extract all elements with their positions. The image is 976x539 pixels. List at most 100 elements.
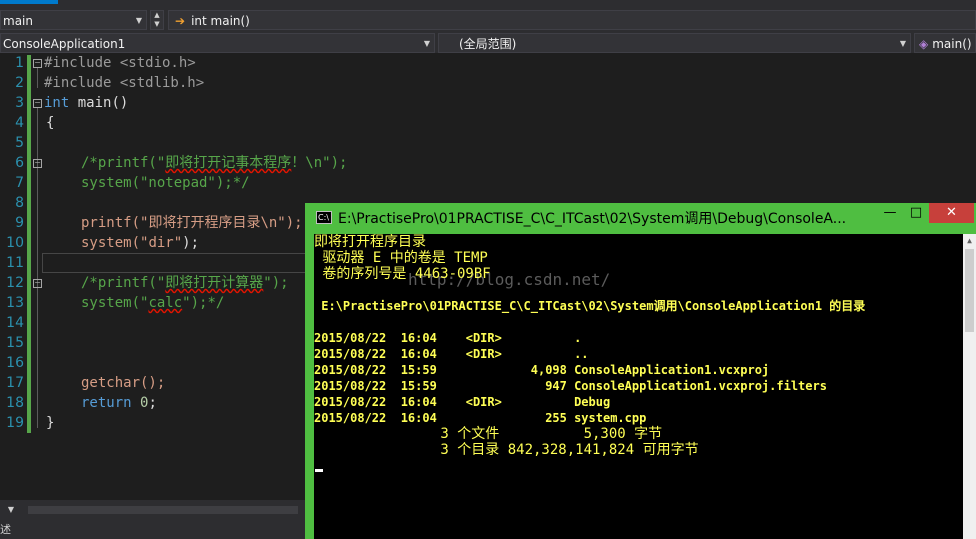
line-number: 14 xyxy=(6,315,24,331)
file-combo-value: main xyxy=(3,14,33,28)
dir-summary: 3 个目录 842,328,141,824 可用字节 xyxy=(314,442,699,458)
scope-combo[interactable]: (全局范围) ▼ xyxy=(438,33,911,53)
code-line[interactable]: { xyxy=(46,113,54,133)
scope-bar: ConsoleApplication1 ▼ (全局范围) ▼ ◈ main() xyxy=(0,33,976,53)
member-combo[interactable]: ◈ main() xyxy=(914,33,976,53)
code-line[interactable]: #include <stdlib.h> xyxy=(44,73,204,93)
project-combo-value: ConsoleApplication1 xyxy=(3,37,126,51)
minimize-button[interactable]: — xyxy=(877,203,903,223)
file-combo[interactable]: main ▼ xyxy=(0,10,147,30)
function-call: printf( xyxy=(81,215,141,231)
code-line[interactable]: /*printf("即将打开计算器"); xyxy=(81,273,289,293)
console-output[interactable]: http://blog.csdn.net/ 即将打开程序目录 驱动器 E 中的卷… xyxy=(314,234,976,539)
code-line[interactable]: system("calc");*/ xyxy=(81,293,224,313)
comment-squiggle: 即将打开计算器 xyxy=(165,275,264,291)
scroll-up-icon[interactable]: ▲ xyxy=(963,234,976,248)
arrow-right-icon: ➔ xyxy=(175,14,186,28)
line-number: 10 xyxy=(6,235,24,251)
scrollbar-track[interactable] xyxy=(28,506,298,514)
collapse-icon[interactable]: − xyxy=(33,279,42,288)
code-line[interactable]: getchar(); xyxy=(81,373,165,393)
collapse-icon[interactable]: − xyxy=(33,159,42,168)
statement-end: ; xyxy=(148,395,157,411)
code-line[interactable]: printf("即将打开程序目录\n"); xyxy=(81,213,303,233)
zoom-dropdown[interactable]: ▼ xyxy=(0,502,22,518)
close-button[interactable]: ✕ xyxy=(929,203,974,223)
console-line: 驱动器 E 中的卷是 TEMP xyxy=(314,250,488,266)
member-combo-value: main() xyxy=(932,37,972,51)
brace: { xyxy=(46,115,55,131)
line-number: 13 xyxy=(6,295,24,311)
line-number: 19 xyxy=(6,415,24,431)
command-prompt-icon: C:\ xyxy=(316,211,332,224)
console-scrollbar[interactable]: ▲ xyxy=(963,234,976,539)
code-line[interactable]: system("dir"); xyxy=(81,233,199,253)
comment-squiggle: 即将打开记事本程序 xyxy=(165,155,292,171)
line-number: 1 xyxy=(15,55,24,71)
code-line[interactable]: system("notepad");*/ xyxy=(81,173,250,193)
text-cursor xyxy=(315,469,323,472)
fold-guide xyxy=(37,68,38,88)
console-window[interactable]: C:\ E:\PractisePro\01PRACTISE_C\C_ITCast… xyxy=(305,203,976,539)
dir-entry: 2015/08/22 15:59 947 ConsoleApplication1… xyxy=(314,379,827,393)
line-number: 8 xyxy=(15,195,24,211)
line-number: 9 xyxy=(15,215,24,231)
preprocessor-directive: #include <stdio.h> xyxy=(44,55,196,71)
dir-entry: 2015/08/22 16:04 <DIR> .. xyxy=(314,347,589,361)
console-line: E:\PractisePro\01PRACTISE_C\C_ITCast\02\… xyxy=(314,299,866,313)
comment: "); xyxy=(263,275,289,291)
scope-combo-value: (全局范围) xyxy=(459,37,517,51)
dir-entry: 2015/08/22 16:04 <DIR> Debug xyxy=(314,395,611,409)
project-combo[interactable]: ConsoleApplication1 ▼ xyxy=(0,33,435,53)
change-indicator-bar xyxy=(27,55,31,433)
fold-guide xyxy=(37,108,38,428)
line-number: 17 xyxy=(6,375,24,391)
dir-entry: 2015/08/22 15:59 4,098 ConsoleApplicatio… xyxy=(314,363,770,377)
comment: ！\n"); xyxy=(291,155,348,171)
console-title: E:\PractisePro\01PRACTISE_C\C_ITCast\02\… xyxy=(338,211,847,227)
current-line-highlight xyxy=(42,253,308,273)
function-call: system( xyxy=(81,235,141,251)
comment: /*printf(" xyxy=(81,275,166,291)
dir-entry: 2015/08/22 16:04 255 system.cpp xyxy=(314,411,647,425)
active-tab-indicator[interactable] xyxy=(0,0,58,4)
chevron-down-icon: ▼ xyxy=(899,39,906,48)
maximize-button[interactable]: □ xyxy=(903,203,929,223)
navigation-bar: main ▼ ▲ ▼ ➔ int main() xyxy=(0,7,976,33)
chevron-down-icon: ▼ xyxy=(135,16,142,25)
scrollbar-thumb[interactable] xyxy=(965,249,974,332)
string-literal: "dir" xyxy=(140,235,183,251)
comment-squiggle: calc xyxy=(148,295,183,311)
function-combo[interactable]: ➔ int main() xyxy=(168,10,976,30)
line-number: 2 xyxy=(15,75,24,91)
function-combo-value: int main() xyxy=(191,14,250,28)
code-line[interactable]: } xyxy=(46,413,54,433)
function-call: getchar(); xyxy=(81,375,166,391)
string-literal: "即将打开程序目录\n"); xyxy=(140,215,303,231)
dir-summary: 3 个文件 5,300 字节 xyxy=(314,426,663,442)
collapse-icon[interactable]: − xyxy=(33,99,42,108)
code-line[interactable]: int main() xyxy=(44,93,128,113)
console-line: 即将打开程序目录 xyxy=(314,234,426,250)
code-line[interactable]: #include <stdio.h> xyxy=(44,53,196,73)
collapse-icon[interactable]: − xyxy=(33,59,42,68)
spin-buttons[interactable]: ▲ ▼ xyxy=(150,10,164,30)
code-line[interactable]: /*printf("即将打开记事本程序！\n"); xyxy=(81,153,347,173)
line-number: 4 xyxy=(15,115,24,131)
code-line[interactable]: return 0; xyxy=(81,393,157,413)
keyword: return xyxy=(81,395,132,411)
dir-entry: 2015/08/22 16:04 <DIR> . xyxy=(314,331,582,345)
comment: system(" xyxy=(81,295,149,311)
line-number: 15 xyxy=(6,335,24,351)
line-number: 12 xyxy=(6,275,24,291)
horizontal-scrollbar[interactable]: ▼ xyxy=(0,500,306,520)
function-signature: main() xyxy=(69,95,129,111)
comment: ");*/ xyxy=(182,295,225,311)
preprocessor-directive: #include <stdlib.h> xyxy=(44,75,205,91)
method-icon: ◈ xyxy=(919,37,929,51)
comment: /*printf(" xyxy=(81,155,166,171)
console-title-bar[interactable]: C:\ E:\PractisePro\01PRACTISE_C\C_ITCast… xyxy=(305,203,976,233)
line-number: 3 xyxy=(15,95,24,111)
line-number: 11 xyxy=(6,255,24,271)
number-literal: 0 xyxy=(131,395,149,411)
